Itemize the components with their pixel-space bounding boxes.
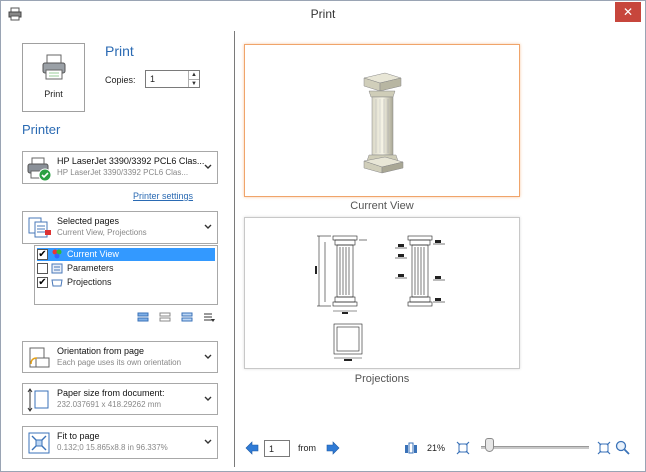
fit-width-button[interactable] — [597, 441, 611, 457]
zoom-percent: 21% — [427, 443, 446, 453]
paper-size-title: Paper size from document: — [57, 388, 165, 398]
printer-heading: Printer — [22, 122, 61, 137]
layout-stacked-icon — [181, 312, 193, 322]
current-view-icon — [51, 249, 63, 260]
list-item[interactable]: ✔ Current View — [37, 248, 215, 261]
page-checkbox[interactable]: ✔ — [37, 277, 48, 288]
scale-sub: 0.132;0 15.865x8.8 in 96.337% — [57, 443, 168, 452]
scale-title: Fit to page — [57, 431, 100, 441]
parameters-icon — [51, 263, 63, 274]
list-options-button[interactable] — [203, 312, 215, 322]
preview-toolbar: 1 from 21% — [237, 433, 643, 463]
chevron-down-icon — [204, 164, 212, 169]
next-page-button[interactable] — [326, 441, 340, 457]
fit-page-icon — [456, 441, 470, 455]
chevron-down-icon — [204, 439, 212, 444]
pages-list[interactable]: ✔ Current View Parameters ✔ Projections — [34, 245, 218, 305]
preview-caption: Current View — [350, 200, 414, 212]
print-window: Print ✕ Print Print Copies: 1 ▲ ▼ Printe… — [0, 0, 646, 472]
paper-size-sub: 232.037691 x 418.29262 mm — [57, 400, 162, 409]
zoom-slider-thumb[interactable] — [485, 438, 494, 452]
list-item[interactable]: ✔ Projections — [37, 276, 215, 289]
projections-drawing — [315, 235, 445, 361]
zoom-fit-button[interactable] — [456, 441, 470, 457]
print-button-label: Print — [44, 89, 63, 99]
layout-single-icon — [137, 312, 149, 322]
scale-select[interactable]: Fit to page 0.132;0 15.865x8.8 in 96.337… — [22, 426, 218, 459]
double-view-button[interactable] — [159, 312, 171, 322]
arrow-right-icon — [326, 441, 340, 455]
window-title: Print — [310, 7, 336, 21]
zoom-button[interactable] — [615, 440, 630, 457]
stacked-view-button[interactable] — [181, 312, 193, 322]
list-item[interactable]: Parameters — [37, 262, 215, 275]
title-bar: Print ✕ — [1, 1, 645, 28]
copies-value: 1 — [150, 74, 156, 84]
preview-caption: Projections — [354, 373, 410, 385]
printer-name: HP LaserJet 3390/3392 PCL6 Clas... — [57, 156, 205, 166]
arrow-left-icon — [245, 441, 259, 455]
page-label: Projections — [67, 277, 112, 287]
preview-page-current-view[interactable] — [244, 44, 520, 197]
page-checkbox[interactable]: ✔ — [37, 249, 48, 260]
projections-icon — [51, 277, 63, 288]
preview-panel: Current View Projections — [237, 31, 645, 465]
orientation-icon — [27, 346, 51, 372]
preview-page-projections[interactable] — [244, 217, 520, 369]
chevron-down-icon — [204, 224, 212, 229]
orientation-select[interactable]: Orientation from page Each page uses its… — [22, 341, 218, 373]
settings-panel: Print Print Copies: 1 ▲ ▼ Printer HP Las… — [9, 31, 235, 465]
single-view-button[interactable] — [137, 312, 149, 322]
pages-icon — [27, 216, 53, 242]
copies-stepper[interactable]: 1 ▲ ▼ — [145, 70, 200, 88]
printer-settings-link[interactable]: Printer settings — [133, 191, 193, 201]
printer-select[interactable]: HP LaserJet 3390/3392 PCL6 Clas... HP La… — [22, 151, 218, 184]
fit-to-page-icon — [27, 431, 51, 457]
list-options-icon — [204, 313, 215, 322]
print-button[interactable]: Print — [22, 43, 85, 112]
page-label: Parameters — [67, 263, 114, 273]
orientation-sub: Each page uses its own orientation — [57, 358, 182, 367]
fit-width-icon — [597, 441, 611, 455]
page-number-value: 1 — [269, 444, 275, 454]
printer-name-sub: HP LaserJet 3390/3392 PCL6 Clas... — [57, 168, 189, 177]
paper-size-icon — [27, 388, 51, 414]
printer-icon — [42, 54, 66, 80]
previous-page-button[interactable] — [245, 441, 259, 457]
print-heading: Print — [105, 43, 134, 59]
actual-size-button[interactable] — [404, 441, 418, 457]
pages-select-title: Selected pages — [57, 216, 120, 226]
actual-size-icon — [405, 442, 417, 454]
page-checkbox[interactable] — [37, 263, 48, 274]
layout-double-icon — [159, 312, 171, 322]
page-label: Current View — [67, 249, 119, 259]
page-from-label: from — [298, 443, 316, 453]
zoom-slider-track[interactable] — [481, 446, 589, 449]
pages-select[interactable]: Selected pages Current View, Projections — [22, 211, 218, 244]
close-button[interactable]: ✕ — [615, 2, 641, 22]
chevron-down-icon — [204, 396, 212, 401]
magnifier-icon — [615, 440, 630, 455]
paper-size-select[interactable]: Paper size from document: 232.037691 x 4… — [22, 383, 218, 415]
copies-label: Copies: — [105, 75, 136, 85]
chevron-down-icon — [204, 354, 212, 359]
orientation-title: Orientation from page — [57, 346, 145, 356]
close-icon: ✕ — [622, 5, 634, 19]
copies-up-button[interactable]: ▲ — [188, 71, 199, 79]
copies-down-button[interactable]: ▼ — [188, 79, 199, 87]
pages-select-sub: Current View, Projections — [57, 228, 147, 237]
column-3d-image — [363, 72, 404, 174]
printer-ready-icon — [27, 156, 53, 184]
page-number-input[interactable]: 1 — [264, 440, 290, 457]
